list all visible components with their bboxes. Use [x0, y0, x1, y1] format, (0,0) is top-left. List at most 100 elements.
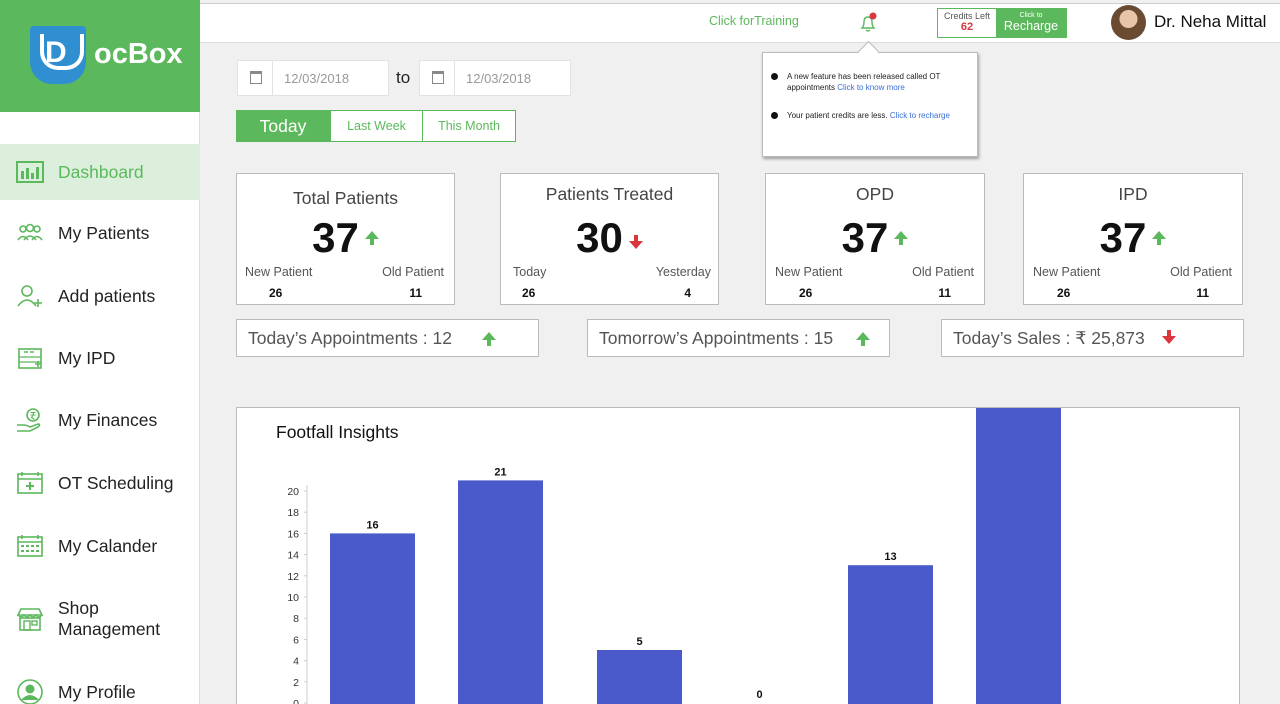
avatar[interactable]: [1111, 5, 1146, 40]
tab-this-month[interactable]: This Month: [422, 110, 516, 142]
arrow-up-icon: [856, 332, 870, 346]
card-left-value: 26: [522, 286, 536, 300]
sidebar-item-my-profile[interactable]: My Profile: [0, 664, 200, 704]
sidebar-item-my-patients[interactable]: My Patients: [0, 205, 200, 261]
tab-today[interactable]: Today: [236, 110, 330, 142]
sidebar-item-my-calander[interactable]: My Calander: [0, 518, 200, 574]
logo-text: ocBox: [94, 38, 183, 70]
card-left-label: New Patient: [775, 265, 843, 279]
sidebar-item-label: My Calander: [58, 535, 158, 556]
sidebar-item-my-finances[interactable]: My Finances: [0, 392, 200, 448]
to-date-field[interactable]: 12/03/2018: [419, 60, 571, 96]
card-value: 37: [1099, 214, 1147, 261]
card-right-value: 4: [684, 286, 691, 300]
card-left-label: Today: [513, 265, 547, 279]
bar: [597, 650, 682, 704]
card-right-label: Yesterday: [655, 265, 711, 279]
recharge-small-label: Click to: [1019, 12, 1043, 19]
sidebar: D ocBox Dashboard My Patients Add patien…: [0, 0, 200, 704]
y-tick-label: 14: [287, 550, 299, 562]
card-left-label: New Patient: [1033, 265, 1101, 279]
y-tick-label: 12: [287, 571, 299, 583]
sidebar-item-ot-scheduling[interactable]: OT Scheduling: [0, 455, 200, 511]
notification-bell-icon[interactable]: [856, 11, 880, 35]
bar-data-label: 16: [366, 519, 378, 531]
card-right-value: 11: [1196, 286, 1209, 300]
arrow-down-icon: [628, 234, 643, 249]
bar-data-label: 0: [756, 689, 762, 701]
card-title: OPD: [856, 184, 894, 204]
card-title: IPD: [1118, 184, 1148, 204]
patients-treated-card[interactable]: Patients Treated 30 Today Yesterday 26 4: [500, 173, 719, 305]
y-tick-label: 4: [293, 656, 299, 668]
sidebar-item-label: Dashboard: [58, 161, 144, 182]
credits-value: 62: [960, 21, 974, 33]
y-tick-label: 2: [293, 677, 299, 689]
sidebar-item-label: My Patients: [58, 222, 150, 243]
sidebar-item-label: My Profile: [58, 681, 136, 702]
sidebar-item-add-patients[interactable]: Add patients: [0, 268, 200, 324]
card-title: Total Patients: [292, 188, 399, 208]
calendar-icon: [14, 532, 46, 560]
credits-widget: Credits Left 62 Click to Recharge: [937, 8, 1067, 38]
sales-text: Today’s Sales : ₹ 25,873: [953, 328, 1145, 348]
sidebar-item-label: My Finances: [58, 409, 158, 430]
docbox-logo[interactable]: D ocBox: [0, 0, 200, 112]
bar: [330, 533, 415, 704]
footfall-chart-card: 024681012141618201621501329 Footfall Ins…: [236, 407, 1240, 704]
know-more-link[interactable]: Click to know more: [837, 83, 905, 92]
hospital-icon: [14, 344, 46, 372]
sidebar-item-label: My IPD: [58, 347, 116, 368]
tab-last-week[interactable]: Last Week: [330, 110, 423, 142]
calendar-small-icon: [432, 71, 444, 84]
from-date-field[interactable]: 12/03/2018: [237, 60, 389, 96]
sidebar-item-shop-management[interactable]: Shop Management: [0, 591, 200, 647]
y-tick-label: 6: [293, 634, 299, 646]
to-label: to: [396, 68, 411, 87]
user-name[interactable]: Dr. Neha Mittal: [1154, 12, 1266, 32]
opd-card[interactable]: OPD 37 New Patient Old Patient 26 11: [765, 173, 985, 305]
sidebar-item-my-ipd[interactable]: My IPD: [0, 330, 200, 386]
card-right-label: Old Patient: [1170, 265, 1232, 279]
todays-sales-box[interactable]: Today’s Sales : ₹ 25,873: [941, 319, 1244, 357]
calendar-plus-icon: [14, 469, 46, 497]
card-value-row: 30: [501, 214, 718, 262]
training-link[interactable]: Click forTraining: [709, 14, 799, 28]
y-tick-label: 10: [287, 592, 299, 604]
recharge-button[interactable]: Click to Recharge: [996, 9, 1066, 37]
card-title: Patients Treated: [545, 184, 674, 204]
total-patients-card[interactable]: Total Patients 37 New Patient Old Patien…: [236, 173, 455, 305]
card-right-label: Old Patient: [912, 265, 974, 279]
to-date-value: 12/03/2018: [466, 71, 532, 86]
notification-item: A new feature has been released called O…: [771, 71, 971, 93]
recharge-label: Recharge: [1003, 19, 1059, 33]
arrow-up-icon: [1152, 230, 1167, 245]
card-right-value: 11: [938, 286, 951, 300]
bar: [848, 565, 933, 704]
card-left-value: 26: [1057, 286, 1071, 300]
shop-icon: [14, 605, 46, 633]
divider: [454, 61, 455, 95]
card-left-value: 26: [799, 286, 813, 300]
divider: [272, 61, 273, 95]
tomorrows-appointments-box[interactable]: Tomorrow’s Appointments : 15: [587, 319, 890, 357]
bar: [458, 480, 543, 704]
rupee-hand-icon: [14, 406, 46, 434]
todays-appointments-box[interactable]: Today’s Appointments : 12: [236, 319, 539, 357]
top-header: Click forTraining Credits Left 62 Click …: [200, 3, 1280, 43]
y-tick-label: 0: [293, 698, 299, 704]
card-value: 37: [312, 214, 359, 261]
card-value-row: 37: [237, 214, 454, 262]
card-right-label: Old Patient: [382, 265, 444, 279]
sidebar-item-dashboard[interactable]: Dashboard: [0, 144, 200, 200]
arrow-down-icon: [1162, 330, 1176, 344]
bar: [976, 408, 1061, 704]
chart-title: Footfall Insights: [276, 422, 399, 442]
card-left-label: New Patient: [245, 265, 313, 279]
profile-icon: [14, 678, 46, 704]
add-user-icon: [14, 282, 46, 310]
recharge-link[interactable]: Click to recharge: [890, 111, 950, 120]
ipd-card[interactable]: IPD 37 New Patient Old Patient 26 11: [1023, 173, 1243, 305]
notification-text: Your patient credits are less.: [787, 111, 890, 120]
card-right-value: 11: [409, 286, 422, 300]
